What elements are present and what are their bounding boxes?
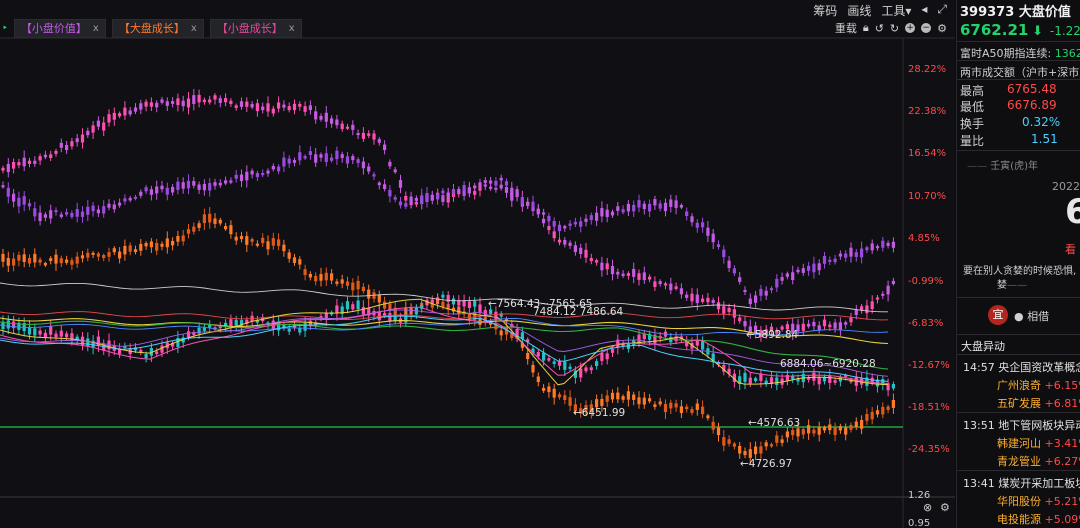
pct-axis-label: 10.70% (908, 191, 946, 202)
news-time: 13:51 (963, 419, 995, 432)
stock-change: +6.15% (1044, 379, 1080, 392)
calendar-hint: 看 (1065, 243, 1076, 256)
turnover-rate-value: 0.32% (1022, 115, 1061, 129)
stock-change: +5.21% (1044, 495, 1080, 508)
stock-change: +6.81% (1044, 397, 1080, 410)
news-stock-row[interactable]: 五矿发展 +6.81% (997, 395, 1080, 411)
pct-axis-label: -6.83% (908, 318, 943, 329)
stock-name: 韩建河山 (997, 437, 1041, 450)
stock-change: +6.27% (1044, 455, 1080, 468)
news-stock-row[interactable]: 电投能源 +5.09% (997, 511, 1080, 527)
low-value: 6676.89 (1007, 98, 1057, 112)
news-title: 煤炭开采加工板块 (994, 477, 1080, 490)
stock-name: 广州浪奇 (997, 379, 1041, 392)
volume-ratio-label: 量比 (960, 134, 985, 148)
pct-axis-label: 28.22% (908, 64, 946, 75)
stock-name: 电投能源 (997, 513, 1041, 526)
index-name: 大盘价值 (1018, 5, 1071, 20)
section-title: 大盘异动 (961, 340, 1005, 353)
volume-ratio-value: 1.51 (1031, 132, 1058, 146)
calendar-quote: 要在别人贪婪的时候恐惧, (963, 266, 1077, 277)
calendar-quote-tail: 婪 (997, 280, 1007, 291)
a50-value: 13627 (1054, 47, 1080, 60)
quote-panel: 399373 大盘价值 6762.21 ⬇ -1.22 富时A50期指连续: 1… (956, 0, 1080, 528)
sub-axis-label: 0.95 (908, 518, 930, 528)
news-headline[interactable]: 14:57 央企国资改革概念 (963, 359, 1080, 375)
stock-name: 华阳股份 (997, 495, 1041, 508)
turnover-label[interactable]: 两市成交额（沪市+深市） (960, 64, 1080, 80)
low-label: 最低 (960, 100, 985, 114)
price-annotation: 7484.12 7486.64 (533, 306, 623, 318)
kline-chart[interactable]: ←6451.99←7564.43~7565.657484.12 7486.64←… (0, 0, 955, 528)
index-code: 399373 (960, 5, 1015, 20)
chart-area[interactable]: 筹码 画线 工具▾ ◂ ⤢ 重载 🔒︎ ↺ ↻ + − ⚙ ‣ 【小盘价值】 x … (0, 0, 955, 528)
pct-axis-label: 4.85% (908, 233, 940, 244)
pct-axis-label: -24.35% (908, 444, 950, 455)
pct-axis-label: -18.51% (908, 402, 950, 413)
news-stock-row[interactable]: 青龙管业 +6.27% (997, 453, 1080, 469)
news-time: 14:57 (963, 361, 995, 374)
news-stock-row[interactable]: 华阳股份 +5.21% (997, 493, 1080, 509)
last-price: 6762.21 (960, 21, 1029, 39)
high-value: 6765.48 (1007, 82, 1057, 96)
price-annotation: 6884.06~6920.28 (780, 358, 876, 370)
calendar-day: 6 (1065, 192, 1080, 232)
stock-change: +5.09% (1044, 513, 1080, 526)
price-annotation: ←6451.99 (573, 407, 625, 419)
down-arrow-icon: ⬇ (1032, 24, 1044, 39)
price-annotation: ←4576.63 (748, 417, 800, 429)
lunar-year: 壬寅(虎)年 (990, 161, 1038, 172)
stock-change: +3.41% (1044, 437, 1080, 450)
news-headline[interactable]: 13:41 煤炭开采加工板块 (963, 475, 1080, 491)
settings-icon: ⚙ (940, 501, 950, 514)
stock-name: 青龙管业 (997, 455, 1041, 468)
pct-axis-label: -0.99% (908, 276, 943, 287)
news-time: 13:41 (963, 477, 995, 490)
yi-badge: 宜 (988, 305, 1008, 325)
yi-text: ● 相借 (1014, 310, 1050, 323)
news-title: 央企国资改革概念 (994, 361, 1080, 374)
price-annotation: ←5892.84 (746, 329, 799, 341)
turnover-rate-label: 换手 (960, 117, 985, 131)
a50-label: 富时A50期指连续: (960, 47, 1052, 60)
sub-axis-label: 1.26 (908, 490, 930, 501)
news-title: 地下管网板块异动 (994, 419, 1080, 432)
news-headline[interactable]: 13:51 地下管网板块异动 (963, 417, 1080, 433)
price-change: -1.22 (1049, 24, 1080, 38)
high-label: 最高 (960, 84, 985, 98)
news-stock-row[interactable]: 广州浪奇 +6.15% (997, 377, 1080, 393)
close-icon: ⊗ (923, 501, 932, 514)
stock-name: 五矿发展 (997, 397, 1041, 410)
pct-axis-label: 22.38% (908, 106, 946, 117)
price-annotation: ←4726.97 (740, 458, 792, 470)
news-stock-row[interactable]: 韩建河山 +3.41% (997, 435, 1080, 451)
pct-axis-label: 16.54% (908, 148, 946, 159)
pct-axis-label: -12.67% (908, 360, 950, 371)
